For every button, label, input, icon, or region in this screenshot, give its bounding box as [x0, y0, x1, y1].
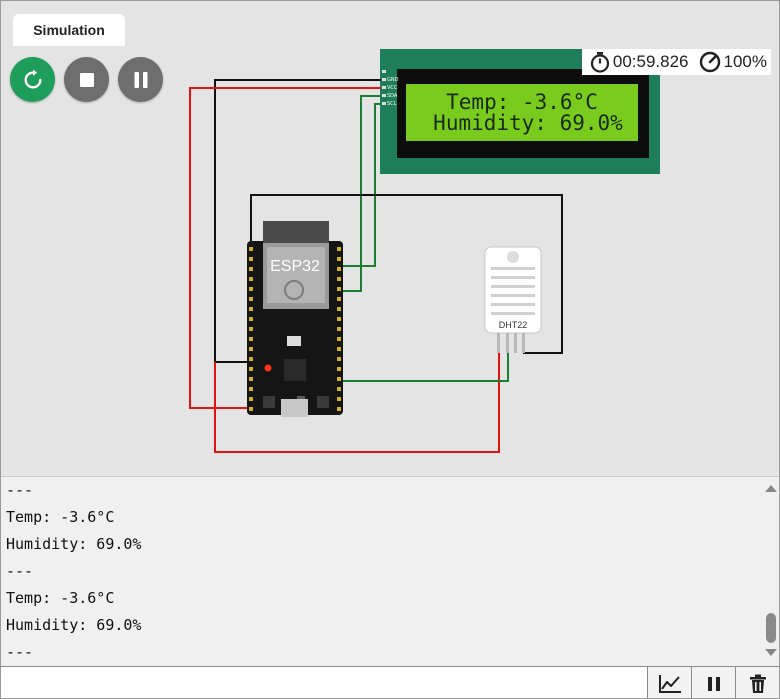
power-led — [264, 364, 272, 372]
serial-output: --- Temp: -3.6°C Humidity: 69.0% --- Temp: -… — [6, 477, 746, 666]
stopwatch-icon — [590, 52, 609, 73]
scroll-up-arrow-icon[interactable] — [765, 485, 777, 492]
speedometer-icon — [699, 51, 720, 73]
pause-icon — [707, 676, 720, 691]
esp32-label: ESP32 — [270, 258, 320, 275]
speed-value: 100% — [723, 52, 767, 71]
serial-monitor: --- Temp: -3.6°C Humidity: 69.0% --- Temp: -… — [1, 476, 779, 666]
serial-line: --- — [6, 562, 34, 580]
timer-value: 00:59.826 — [612, 52, 689, 71]
lcd-pin-scl: SCL — [387, 101, 397, 107]
lcd-line-2: Humidity: 69.0% — [433, 111, 623, 135]
clear-serial-button[interactable] — [735, 667, 779, 698]
serial-line: Humidity: 69.0% — [6, 616, 142, 634]
serial-input[interactable] — [1, 667, 646, 698]
serial-line: Temp: -3.6°C — [6, 508, 115, 526]
scroll-thumb[interactable] — [766, 613, 776, 643]
plotter-button[interactable] — [647, 667, 691, 698]
chart-icon — [658, 674, 681, 693]
serial-line: --- — [6, 481, 34, 499]
lcd-pin-vcc: VCC — [387, 85, 398, 91]
status-bar: 00:59.826 100% — [581, 49, 771, 75]
serial-line: Temp: -3.6°C — [6, 589, 115, 607]
wire-data-dht — [343, 353, 509, 382]
serial-input-bar — [1, 666, 779, 698]
scrollbar[interactable] — [763, 477, 779, 666]
timer: 00:59.826 — [590, 51, 689, 73]
dht22-sensor[interactable]: DHT22 — [484, 246, 542, 353]
scroll-down-arrow-icon[interactable] — [765, 649, 777, 656]
esp32-board[interactable]: ESP32 — [247, 221, 343, 417]
usb-port — [281, 399, 308, 417]
trash-icon — [749, 674, 766, 693]
serial-line: --- — [6, 643, 34, 661]
simulator-window: Simulation Temp: -3.6°C Humidity: 69.0% — [0, 0, 780, 699]
serial-line: Humidity: 69.0% — [6, 535, 142, 553]
lcd-pin-gnd: GND — [387, 77, 399, 83]
lcd-pin-sda: SDA — [387, 93, 398, 99]
serial-pause-button[interactable] — [691, 667, 735, 698]
dht22-label: DHT22 — [499, 320, 528, 330]
speed: 100% — [699, 51, 767, 73]
